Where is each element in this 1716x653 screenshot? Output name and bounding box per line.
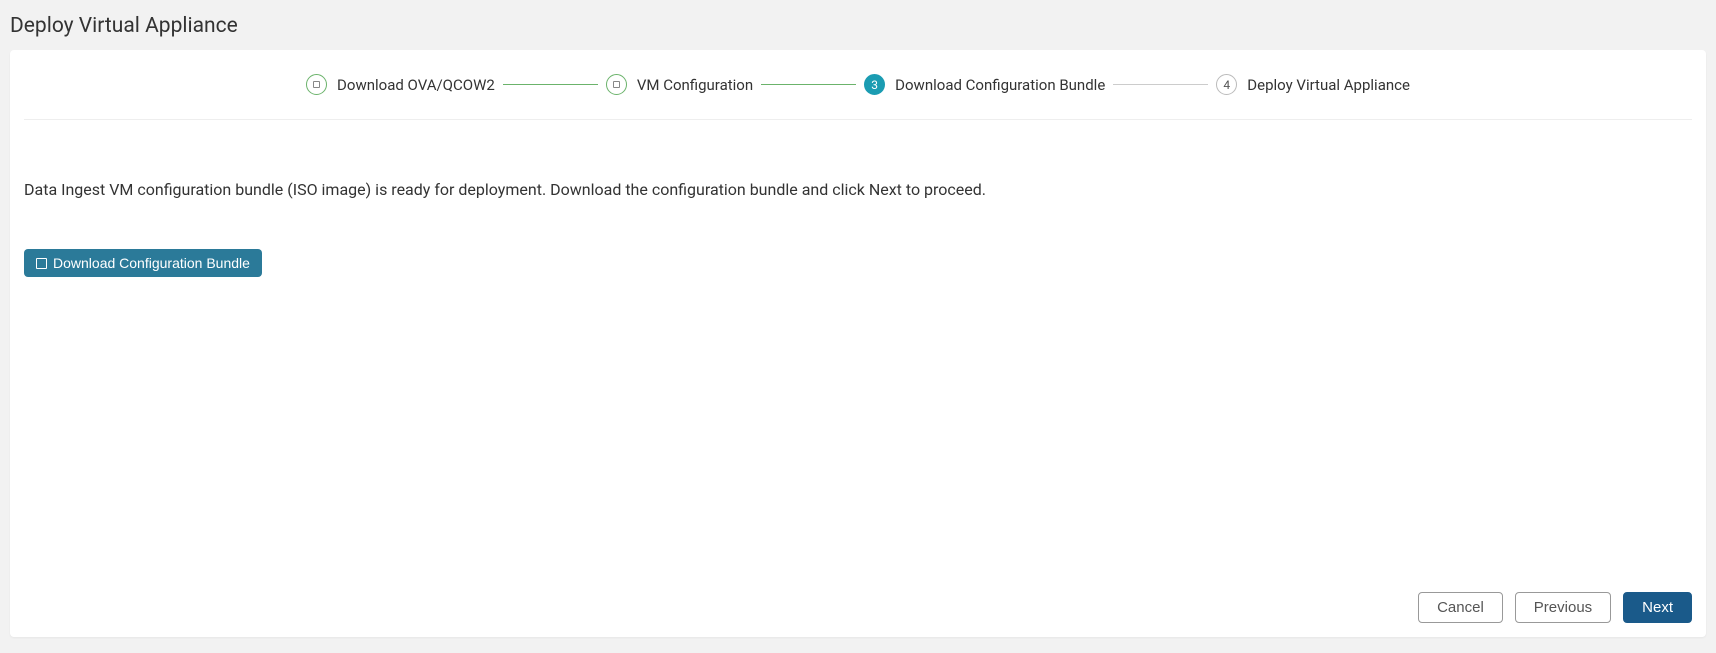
wizard-card: Download OVA/QCOW2 VM Configuration 3 Do…: [10, 50, 1706, 637]
download-icon: [36, 258, 47, 269]
cancel-button[interactable]: Cancel: [1418, 592, 1503, 623]
step-1: Download OVA/QCOW2: [306, 74, 495, 95]
page-title: Deploy Virtual Appliance: [0, 0, 1716, 50]
step-1-circle: [306, 74, 327, 95]
step-4: 4 Deploy Virtual Appliance: [1216, 74, 1410, 95]
step-2-label: VM Configuration: [637, 76, 753, 94]
step-3: 3 Download Configuration Bundle: [864, 74, 1105, 95]
step-connector-3: [1113, 84, 1208, 85]
wizard-body: Data Ingest VM configuration bundle (ISO…: [10, 120, 1706, 291]
check-icon: [613, 81, 620, 88]
previous-button[interactable]: Previous: [1515, 592, 1611, 623]
step-connector-1: [503, 84, 598, 85]
download-configuration-bundle-button[interactable]: Download Configuration Bundle: [24, 249, 262, 277]
wizard-footer: Cancel Previous Next: [1418, 592, 1692, 623]
step-2: VM Configuration: [606, 74, 753, 95]
step-4-circle: 4: [1216, 74, 1237, 95]
next-button[interactable]: Next: [1623, 592, 1692, 623]
step-4-label: Deploy Virtual Appliance: [1247, 76, 1410, 94]
check-icon: [313, 81, 320, 88]
instruction-text: Data Ingest VM configuration bundle (ISO…: [24, 180, 1692, 199]
step-3-circle: 3: [864, 74, 885, 95]
download-button-label: Download Configuration Bundle: [53, 255, 250, 271]
stepper: Download OVA/QCOW2 VM Configuration 3 Do…: [24, 50, 1692, 120]
step-2-circle: [606, 74, 627, 95]
step-connector-2: [761, 84, 856, 85]
step-3-label: Download Configuration Bundle: [895, 76, 1105, 94]
step-1-label: Download OVA/QCOW2: [337, 76, 495, 94]
